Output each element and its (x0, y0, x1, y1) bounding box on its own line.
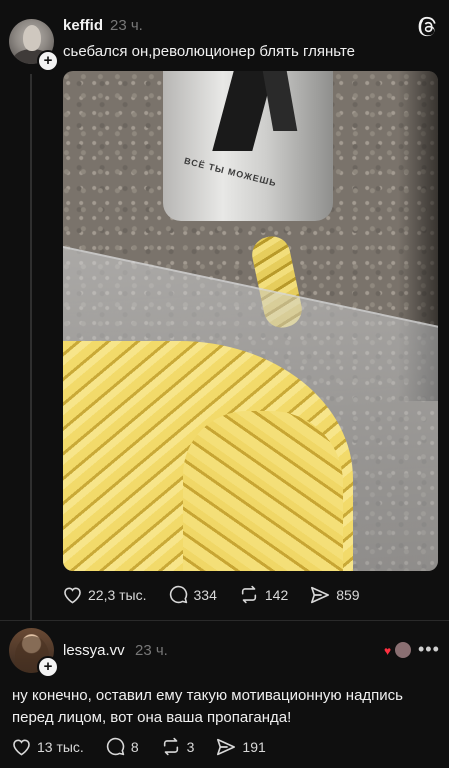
share-button[interactable]: 191 (216, 738, 266, 756)
share-count: 859 (336, 586, 360, 603)
threads-logo-icon[interactable] (417, 16, 439, 38)
post-caption: сьебался он,революционер блять гляньте (63, 43, 355, 60)
heart-icon (64, 586, 81, 603)
reply-text: ну конечно, оставил ему такую мотивацион… (12, 687, 403, 726)
thread-line (30, 74, 32, 620)
repost-icon (241, 585, 256, 604)
share-icon (217, 738, 236, 755)
repost-count: 142 (264, 586, 289, 603)
mini-avatar (394, 641, 412, 659)
heart-icon: ♥ (384, 644, 392, 658)
divider (0, 620, 449, 621)
like-button[interactable]: 22,3 тыс. (63, 586, 147, 604)
comment-button[interactable]: 334 (169, 585, 217, 604)
reply-time: 23 ч. (135, 642, 168, 659)
comment-count: 334 (193, 586, 217, 603)
post-time: 23 ч. (110, 17, 143, 34)
comment-icon (106, 737, 125, 756)
energy-drink-can: ВСЁ ТЫ МОЖЕШЬ (163, 71, 333, 221)
liked-by-author-badge[interactable]: ♥ (384, 641, 412, 659)
comment-button[interactable]: 8 (106, 737, 139, 756)
more-icon[interactable]: ••• (418, 639, 440, 660)
share-icon (311, 586, 330, 603)
post-image[interactable]: ВСЁ ТЫ МОЖЕШЬ (63, 71, 438, 571)
repost-count: 3 (186, 738, 195, 755)
heart-icon (13, 738, 30, 755)
reply-actions: 13 тыс. 8 3 191 (12, 737, 288, 756)
like-count: 22,3 тыс. (88, 586, 147, 603)
share-count: 191 (242, 738, 266, 755)
repost-button[interactable]: 142 (239, 585, 288, 604)
share-button[interactable]: 859 (310, 586, 360, 604)
post-actions: 22,3 тыс. 334 142 859 (63, 585, 382, 604)
can-label: ВСЁ ТЫ МОЖЕШЬ (183, 155, 278, 189)
repost-icon (163, 737, 178, 756)
follow-plus-icon[interactable]: + (37, 50, 59, 72)
comment-count: 8 (130, 738, 139, 755)
post-username[interactable]: keffid (63, 17, 103, 34)
like-count: 13 тыс. (37, 738, 84, 755)
comment-icon (169, 585, 187, 604)
repost-button[interactable]: 3 (161, 737, 195, 756)
reply-username[interactable]: lessya.vv (63, 642, 125, 659)
like-button[interactable]: 13 тыс. (12, 738, 84, 756)
follow-plus-icon[interactable]: + (37, 656, 59, 678)
